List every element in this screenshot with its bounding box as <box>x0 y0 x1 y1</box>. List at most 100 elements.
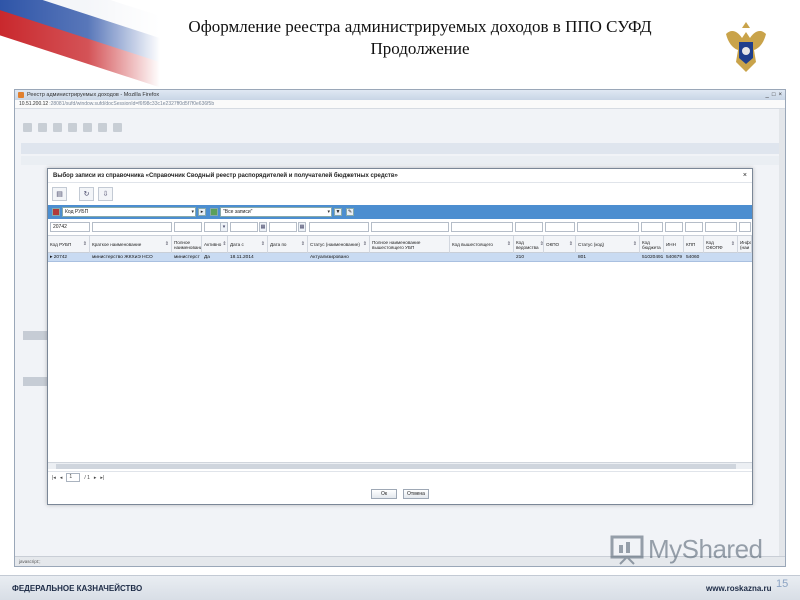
calendar-icon[interactable]: ▦ <box>298 222 306 232</box>
address-bar[interactable]: 10.51.200.12 :28081/sufd/window.sufd/doc… <box>15 100 785 109</box>
slide-title: Оформление реестра администрируемых дохо… <box>150 16 690 60</box>
cancel-button[interactable]: Отмена <box>403 489 429 499</box>
search-input-budget[interactable] <box>641 222 663 232</box>
search-input-inn[interactable] <box>665 222 683 232</box>
table-cell <box>704 253 738 262</box>
browser-titlebar: Реестр администрируемых доходов - Mozill… <box>15 90 785 100</box>
table-cell: министерст <box>174 255 200 260</box>
table-cell: ▸ 20742 <box>50 255 68 260</box>
url-host: 10.51.200.12 <box>19 101 49 107</box>
search-input-status-code[interactable] <box>577 222 639 232</box>
column-header[interactable]: Инфо (наи <box>738 236 752 253</box>
column-header[interactable]: Активно ⇕ <box>202 236 228 253</box>
column-header[interactable]: Краткое наименование ⇕ <box>90 236 172 253</box>
column-header[interactable]: Код вышестоящего ⇕ <box>450 236 514 253</box>
column-header[interactable]: Полное наименовани <box>172 236 202 253</box>
scrollbar-thumb[interactable] <box>56 464 736 469</box>
filter-mode-select[interactable]: "Все записи" ▾ <box>220 207 332 217</box>
search-input-date-from[interactable] <box>230 222 258 232</box>
search-input-okpo[interactable] <box>545 222 575 232</box>
column-header[interactable]: ОКПО ⇕ <box>544 236 576 253</box>
search-input-info[interactable] <box>739 222 751 232</box>
column-header[interactable]: ИНН <box>664 236 684 253</box>
page-number-input[interactable]: 1 <box>66 473 81 482</box>
last-page-icon[interactable]: ▸| <box>100 475 104 481</box>
first-page-icon[interactable]: |◂ <box>52 475 56 481</box>
search-input-okopf[interactable] <box>705 222 737 232</box>
sort-icon: ⇕ <box>506 241 511 247</box>
grid-header: Код РУБП ⇕ Краткое наименование ⇕ Полное н… <box>48 236 752 253</box>
calendar-icon[interactable]: ▦ <box>259 222 267 232</box>
slide-title-line2: Продолжение <box>370 39 470 58</box>
dialog-close-icon[interactable]: × <box>743 172 747 179</box>
table-row[interactable]: ▸ 20742 министерство ЖКХиЭ НСО министерс… <box>48 253 752 262</box>
column-header[interactable]: Дата по ⇕ <box>268 236 308 253</box>
close-window-icon[interactable]: × <box>778 92 782 98</box>
funnel-icon[interactable]: ▼ <box>334 208 342 216</box>
column-header[interactable]: Статус (наименование) ⇕ <box>308 236 370 253</box>
filter-bar: Код РУБП ▾ ▸ "Все записи" ▾ ▼ ✎ <box>48 205 752 219</box>
column-header[interactable]: Полное наименование вышестоящего УБП <box>370 236 450 253</box>
footer-website[interactable]: www.roskazna.ru <box>706 584 772 593</box>
filter-book-icon <box>52 208 60 216</box>
pager: |◂ ◂ 1 / 1 ▸ ▸| <box>48 471 752 483</box>
column-header[interactable]: Дата с ⇕ <box>228 236 268 253</box>
dialog-titlebar: Выбор записи из справочника «Справочник … <box>48 169 752 183</box>
table-cell <box>370 253 450 262</box>
column-header[interactable]: Код ОКОПФ ⇕ <box>704 236 738 253</box>
view-record-icon[interactable]: ▤ <box>52 187 67 201</box>
search-input-department[interactable] <box>515 222 543 232</box>
column-header[interactable]: Код ведомства ⇕ <box>514 236 544 253</box>
column-header[interactable]: Код бюджета <box>640 236 664 253</box>
sort-icon: ⇕ <box>164 241 169 247</box>
search-input-full-name[interactable] <box>174 222 202 232</box>
records-grid: Код РУБП ⇕ Краткое наименование ⇕ Полное н… <box>48 235 752 469</box>
table-cell <box>544 253 576 262</box>
watermark: MyShared <box>610 534 763 565</box>
search-input-parent-code[interactable] <box>451 222 513 232</box>
chevron-down-icon: ▾ <box>191 209 194 215</box>
sort-icon: ⇕ <box>568 241 573 247</box>
search-input-parent-name[interactable] <box>371 222 449 232</box>
browser-scrollbar[interactable] <box>779 109 785 556</box>
slide-footer: ФЕДЕРАЛЬНОЕ КАЗНАЧЕЙСТВО www.roskazna.ru <box>0 575 800 600</box>
background-left-button <box>23 377 47 386</box>
refresh-icon[interactable]: ↻ <box>79 187 94 201</box>
filter-field-select[interactable]: Код РУБП ▾ <box>62 207 196 217</box>
clear-filter-icon[interactable]: ✎ <box>346 208 354 216</box>
prev-page-icon[interactable]: ◂ <box>60 475 63 481</box>
sort-icon: ⇕ <box>222 241 227 247</box>
select-record-dialog: Выбор записи из справочника «Справочник … <box>47 168 753 505</box>
search-input-code[interactable]: 20742 <box>50 222 90 232</box>
column-header[interactable]: КПП <box>684 236 704 253</box>
filter-apply-icon[interactable]: ▸ <box>198 208 206 216</box>
search-input-short-name[interactable] <box>92 222 172 232</box>
sort-icon: ⇕ <box>730 241 735 247</box>
presentation-board-icon <box>610 535 644 565</box>
table-cell: Актуализировано <box>310 255 349 260</box>
table-cell <box>738 253 752 262</box>
url-rest: :28081/sufd/window.sufd/docSessionId=f6f… <box>49 101 215 107</box>
table-cell: министерство ЖКХиЭ НСО <box>92 255 153 260</box>
window-title: Реестр администрируемых доходов - Mozill… <box>27 92 160 98</box>
search-input-date-to[interactable] <box>269 222 297 232</box>
maximize-icon[interactable]: □ <box>772 92 776 98</box>
dialog-buttons: Ок Отмена <box>48 489 752 501</box>
column-header[interactable]: Код РУБП ⇕ <box>48 236 90 253</box>
firefox-icon <box>18 92 24 98</box>
filter-toggle-icon[interactable] <box>210 208 218 216</box>
sort-icon: ⇕ <box>362 241 367 247</box>
window-controls: _ □ × <box>766 92 782 98</box>
search-input-kpp[interactable] <box>685 222 703 232</box>
sort-icon: ⇕ <box>539 241 544 247</box>
ok-button[interactable]: Ок <box>371 489 397 499</box>
column-header[interactable]: Статус (код) ⇕ <box>576 236 640 253</box>
grid-horizontal-scrollbar[interactable] <box>48 462 752 469</box>
export-icon[interactable]: ⇩ <box>98 187 113 201</box>
chevron-down-icon[interactable]: ▾ <box>220 222 228 232</box>
minimize-icon[interactable]: _ <box>766 92 769 98</box>
sort-icon: ⇕ <box>632 241 637 247</box>
search-input-status[interactable] <box>309 222 369 232</box>
watermark-text: MyShared <box>648 534 763 564</box>
next-page-icon[interactable]: ▸ <box>94 475 97 481</box>
